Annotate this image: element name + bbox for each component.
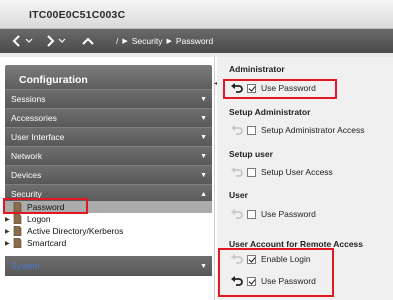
reset-icon	[231, 167, 243, 177]
breadcrumb-item-security[interactable]: Security	[132, 36, 163, 46]
security-tree: Password ▶ Logon ▶ Active Directory/Kerb…	[5, 201, 212, 249]
sidebar-item-label: Sessions	[11, 94, 46, 104]
section-title-administrator: Administrator	[229, 64, 285, 74]
remote-use-password-option: Use Password	[231, 276, 316, 286]
breadcrumb-arrow-icon: ▶	[166, 38, 172, 45]
setup-user-access-option: Setup User Access	[231, 167, 333, 177]
sidebar-item-devices[interactable]: Devices ▼	[5, 165, 212, 184]
reset-icon	[231, 125, 243, 135]
remote-enable-login-option: Enable Login	[231, 254, 311, 264]
triangle-down-icon: ▼	[200, 152, 207, 160]
sidebar-item-label: Network	[11, 151, 43, 161]
section-title-user: User	[229, 190, 248, 200]
triangle-down-icon: ▼	[200, 171, 207, 179]
chevron-left-icon	[12, 35, 20, 47]
page-icon	[13, 226, 22, 236]
page-icon	[13, 202, 22, 212]
sidebar-item-accessories[interactable]: Accessories ▼	[5, 108, 212, 127]
tree-item-password[interactable]: Password	[5, 201, 212, 213]
settings-panel: Administrator Use Password Setup Adminis…	[217, 57, 393, 300]
triangle-up-icon: ▲	[200, 190, 207, 198]
setup-user-access-label: Setup User Access	[261, 167, 333, 177]
user-use-password-label: Use Password	[261, 209, 316, 219]
section-title-setup-administrator: Setup Administrator	[229, 107, 311, 117]
tree-item-label: Password	[27, 202, 65, 212]
expand-arrow-icon[interactable]: ▶	[5, 240, 13, 247]
title-bar: ITC00E0C51C003C	[0, 0, 393, 29]
sidebar-item-label: User Interface	[11, 132, 65, 142]
reset-icon	[231, 254, 243, 264]
admin-use-password-label: Use Password	[261, 83, 316, 93]
tree-item-logon[interactable]: ▶ Logon	[5, 213, 212, 225]
back-button[interactable]	[12, 33, 33, 49]
tree-item-active-directory[interactable]: ▶ Active Directory/Kerberos	[5, 225, 212, 237]
sidebar-item-label: System	[11, 261, 40, 271]
chevron-up-icon	[82, 37, 94, 45]
tree-item-label: Logon	[27, 214, 51, 224]
remote-use-password-label: Use Password	[261, 276, 316, 286]
breadcrumb-separator: /	[116, 36, 119, 46]
sidebar-item-system[interactable]: System ▼	[5, 256, 212, 276]
reset-icon[interactable]	[231, 276, 243, 286]
sidebar: Configuration Sessions ▼ Accessories ▼ Use…	[0, 57, 215, 300]
user-use-password-checkbox[interactable]	[247, 209, 256, 219]
sidebar-item-label: Devices	[11, 170, 42, 180]
sidebar-item-user-interface[interactable]: User Interface ▼	[5, 127, 212, 146]
remote-use-password-checkbox[interactable]	[247, 276, 256, 286]
page-icon	[13, 238, 22, 248]
setup-user-access-checkbox[interactable]	[247, 167, 256, 177]
tree-item-smartcard[interactable]: ▶ Smartcard	[5, 237, 212, 249]
sidebar-item-label: Security	[11, 189, 42, 199]
breadcrumb-item-password[interactable]: Password	[176, 36, 213, 46]
triangle-down-icon: ▼	[200, 114, 207, 122]
remote-enable-login-label: Enable Login	[261, 254, 311, 264]
remote-enable-login-checkbox[interactable]	[247, 254, 256, 264]
tree-item-label: Active Directory/Kerberos	[27, 226, 124, 236]
section-title-setup-user: Setup user	[229, 149, 273, 159]
tree-item-label: Smartcard	[27, 238, 67, 248]
admin-use-password-option: Use Password	[231, 83, 316, 93]
page-icon	[13, 214, 22, 224]
sidebar-header: Configuration	[5, 65, 212, 89]
navigation-bar: / ▶ Security ▶ Password	[0, 29, 393, 53]
up-button[interactable]	[82, 33, 94, 49]
reset-icon	[231, 209, 243, 219]
chevron-down-small-icon	[25, 38, 33, 43]
breadcrumb-arrow-icon: ▶	[122, 38, 128, 45]
sidebar-item-sessions[interactable]: Sessions ▼	[5, 89, 212, 108]
triangle-down-icon: ▼	[200, 133, 207, 141]
admin-use-password-checkbox[interactable]	[247, 83, 256, 93]
chevron-right-icon	[47, 35, 55, 47]
user-use-password-option: Use Password	[231, 209, 316, 219]
reset-icon[interactable]	[231, 83, 243, 93]
sidebar-menu: Sessions ▼ Accessories ▼ User Interface ▼ N…	[5, 89, 212, 203]
forward-button[interactable]	[45, 33, 66, 49]
breadcrumb: / ▶ Security ▶ Password	[116, 36, 213, 46]
expand-arrow-icon[interactable]: ▶	[5, 216, 13, 223]
setup-admin-access-option: Setup Administrator Access	[231, 125, 364, 135]
setup-admin-access-checkbox[interactable]	[247, 125, 256, 135]
triangle-down-icon: ▼	[200, 95, 207, 103]
triangle-down-icon: ▼	[200, 262, 207, 270]
sidebar-item-network[interactable]: Network ▼	[5, 146, 212, 165]
expand-arrow-icon[interactable]: ▶	[5, 228, 13, 235]
section-title-remote-access: User Account for Remote Access	[229, 239, 363, 249]
sidebar-item-label: Accessories	[11, 113, 57, 123]
chevron-down-small-icon	[58, 38, 66, 43]
window-title: ITC00E0C51C003C	[29, 9, 126, 21]
setup-admin-access-label: Setup Administrator Access	[261, 125, 365, 135]
